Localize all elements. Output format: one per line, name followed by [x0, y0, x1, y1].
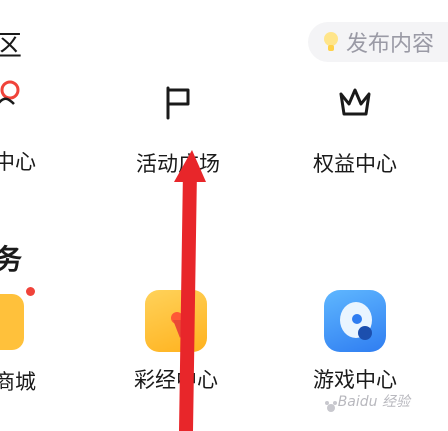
app-icon-partial[interactable]: [0, 294, 24, 350]
section-heading-partial: 务: [0, 243, 23, 276]
notification-dot: [26, 287, 35, 296]
watermark: Baidu 经验: [337, 394, 410, 410]
grid-item-rights-center[interactable]: 权益中心: [300, 82, 410, 178]
lottery-icon: [145, 290, 207, 352]
publish-button[interactable]: 发布内容: [308, 22, 448, 62]
lightbulb-icon: [324, 32, 338, 51]
game-icon: [324, 290, 386, 352]
grid-item-label: 权益中心: [313, 152, 397, 176]
grid-item-label: 活动广场: [136, 152, 220, 176]
flag-icon: [166, 86, 190, 120]
grid-item-label: 彩经中心: [134, 368, 218, 392]
section-title-partial: 区: [0, 29, 23, 62]
grid-item-activity-square[interactable]: 活动广场: [128, 82, 228, 178]
publish-label: 发布内容: [346, 32, 435, 57]
grid-item-game-center[interactable]: 游戏中心: [300, 290, 410, 394]
left-item-label-2[interactable]: 商城: [0, 366, 36, 396]
grid-item-lottery-center[interactable]: 彩经中心: [126, 290, 226, 394]
crown-icon: [339, 88, 371, 116]
grid-item-label: 游戏中心: [313, 368, 397, 392]
badge-icon: [0, 80, 20, 105]
left-item-label[interactable]: 中心: [0, 146, 36, 176]
paw-icon: [325, 401, 337, 412]
